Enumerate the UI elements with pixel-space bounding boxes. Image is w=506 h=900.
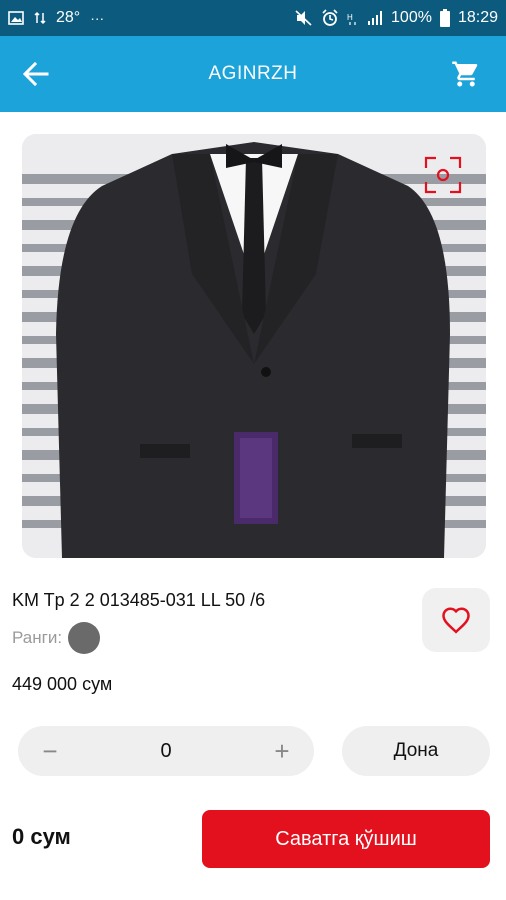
battery-percent: 100% — [391, 9, 432, 26]
product-image[interactable] — [22, 134, 486, 558]
signal-strength-icon — [367, 10, 383, 26]
more-notifications-icon: ··· — [90, 10, 105, 26]
svg-text:H: H — [347, 13, 353, 22]
scan-icon — [424, 156, 462, 194]
quantity-value[interactable]: 0 — [82, 740, 250, 763]
unit-select-button[interactable]: Дона — [342, 726, 490, 776]
alarm-icon — [321, 9, 339, 27]
status-left: 28° ··· — [8, 9, 295, 27]
increment-button[interactable]: + — [250, 726, 314, 776]
arrow-left-icon — [23, 61, 49, 87]
product-price: 449 000 сум — [12, 674, 113, 694]
app-bar: AGINRZH — [0, 36, 506, 112]
page-title: AGINRZH — [208, 63, 298, 84]
decrement-button[interactable]: − — [18, 726, 82, 776]
status-bar: 28° ··· H 100% 18:29 — [0, 0, 506, 36]
suit-photo — [22, 134, 486, 558]
heart-icon — [442, 607, 470, 634]
battery-icon — [439, 9, 450, 27]
back-button[interactable] — [20, 58, 52, 90]
product-name: KM Tp 2 2 013485-031 LL 50 /6 — [12, 590, 266, 610]
color-row: Ранги: — [12, 622, 101, 654]
quantity-stepper: − 0 + — [18, 726, 314, 776]
color-swatch[interactable] — [68, 622, 101, 654]
mute-icon — [295, 10, 313, 26]
signal-h-icon: H — [347, 10, 359, 26]
status-right: H 100% 18:29 — [295, 9, 498, 27]
cart-button[interactable] — [448, 56, 484, 92]
zoom-button[interactable] — [424, 156, 462, 194]
favorite-button[interactable] — [422, 588, 490, 652]
data-transfer-icon — [34, 11, 46, 25]
temperature-text: 28° — [56, 9, 81, 26]
add-to-cart-button[interactable]: Саватга қўшиш — [202, 810, 490, 868]
gallery-notification-icon — [8, 11, 24, 25]
color-label: Ранги: — [12, 628, 63, 647]
total-amount: 0 сум — [12, 824, 71, 849]
clock-time: 18:29 — [457, 9, 498, 26]
shopping-cart-icon — [452, 61, 478, 87]
